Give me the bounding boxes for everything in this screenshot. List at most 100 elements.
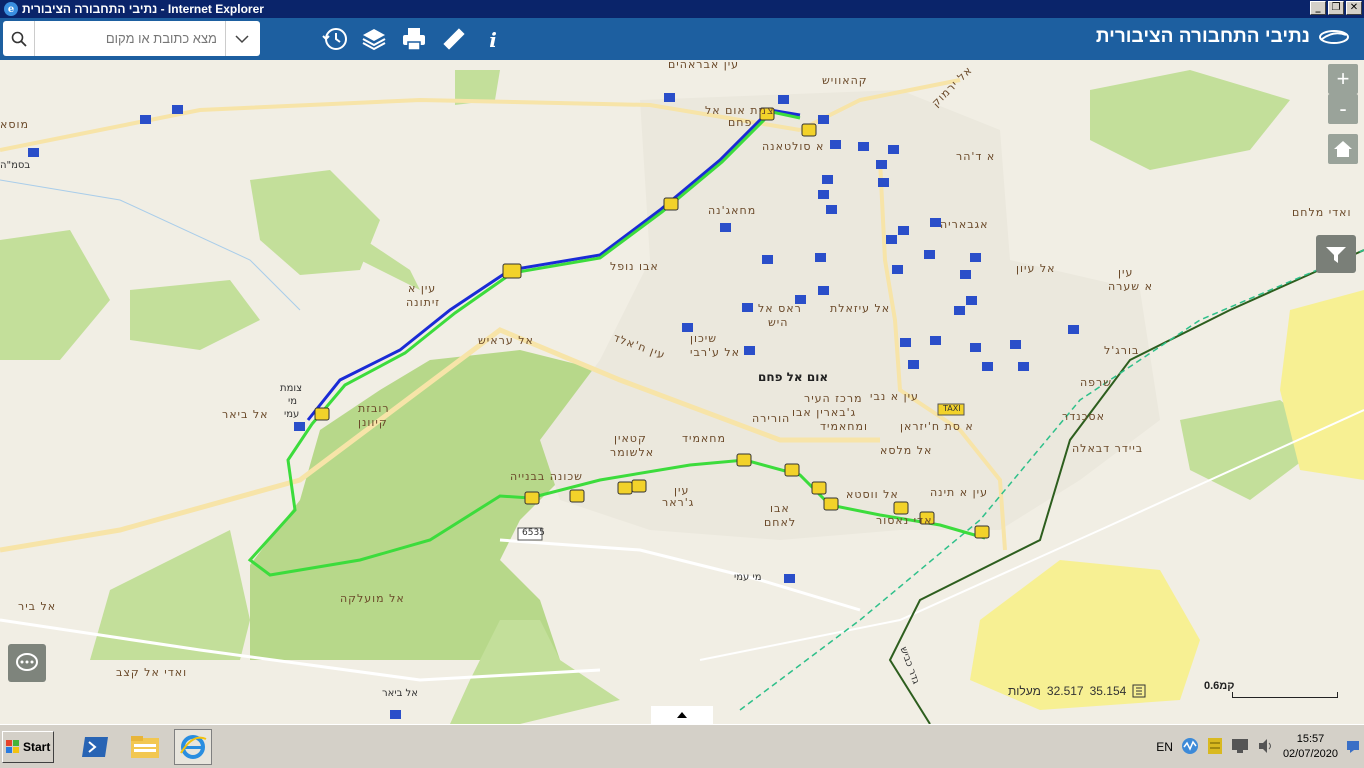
server-icon[interactable] bbox=[1207, 737, 1223, 758]
expand-panel-button[interactable] bbox=[651, 706, 713, 724]
map-label: אבו נופל bbox=[610, 260, 659, 273]
brand: נתיבי התחבורה הציבורית bbox=[1096, 26, 1350, 48]
taskbar: Start EN 15:57 02/07/2020 bbox=[0, 724, 1364, 768]
map-label: א סת ח'יזראן bbox=[900, 420, 974, 433]
map-label: שרפה bbox=[1080, 376, 1113, 389]
zoom-in-button[interactable]: + bbox=[1328, 64, 1358, 94]
map-label: ואדי מלחם bbox=[1292, 206, 1352, 219]
map-label: אל מועלקה bbox=[340, 592, 405, 605]
home-button[interactable] bbox=[1328, 134, 1358, 164]
monitor-icon[interactable] bbox=[1231, 738, 1249, 757]
print-icon[interactable] bbox=[397, 22, 431, 56]
map-label: מי עמי bbox=[734, 572, 762, 583]
map-label: מי bbox=[288, 396, 298, 407]
map-label: אל ע'רבי bbox=[690, 346, 741, 359]
powershell-icon[interactable] bbox=[76, 729, 114, 765]
map-label: עין א bbox=[408, 282, 437, 295]
window-title: נתיבי התחבורה הציבורית - Internet Explor… bbox=[22, 2, 264, 16]
clock[interactable]: 15:57 02/07/2020 bbox=[1283, 732, 1338, 762]
chat-button[interactable] bbox=[8, 644, 46, 682]
map-label: א שערה bbox=[1108, 280, 1153, 293]
scale-label: 0.6קמ bbox=[1204, 680, 1235, 692]
map-label: אל מלסא bbox=[880, 444, 933, 457]
search-icon[interactable] bbox=[3, 21, 35, 56]
coord-lon: 35.154 bbox=[1089, 684, 1127, 698]
search-input[interactable] bbox=[35, 23, 225, 54]
filter-button[interactable] bbox=[1316, 235, 1356, 273]
chevron-down-icon[interactable] bbox=[225, 21, 257, 56]
map-label: אגבאריה bbox=[940, 218, 989, 231]
window-title-bar: e נתיבי התחבורה הציבורית - Internet Expl… bbox=[0, 0, 1364, 18]
search-box bbox=[3, 21, 260, 56]
close-button[interactable]: ✕ bbox=[1346, 1, 1362, 15]
map-label: ומחאמיד bbox=[820, 420, 868, 433]
internet-explorer-taskbar-icon[interactable] bbox=[174, 729, 212, 765]
map-label: קטאין bbox=[614, 432, 647, 445]
map-label: שיכון bbox=[690, 332, 718, 345]
map-label: ראס אל bbox=[758, 302, 802, 315]
app-header: i נתיבי התחבורה הציבורית bbox=[0, 18, 1364, 60]
layers-icon[interactable] bbox=[357, 22, 391, 56]
scale-bar bbox=[1232, 692, 1338, 698]
brand-logo-icon bbox=[1319, 30, 1349, 44]
map-label: אל ביאר bbox=[382, 688, 418, 699]
history-icon[interactable] bbox=[318, 22, 352, 56]
chevron-up-icon bbox=[677, 712, 687, 718]
map-label: ואדי אל קצב bbox=[116, 666, 188, 679]
volume-icon[interactable] bbox=[1257, 738, 1275, 757]
map-label: אל ביאר bbox=[222, 408, 269, 421]
start-label: Start bbox=[23, 740, 51, 754]
coords-icon bbox=[1132, 684, 1146, 698]
map-base bbox=[0, 60, 1364, 724]
map-label: אל ביר bbox=[18, 600, 57, 613]
map-label: קיוונן bbox=[358, 416, 388, 429]
coord-lat: 32.517 bbox=[1046, 684, 1084, 698]
map-label: היש bbox=[768, 316, 789, 329]
minimize-button[interactable]: _ bbox=[1310, 1, 1326, 15]
filter-icon bbox=[1326, 247, 1346, 263]
map-label: הורירה bbox=[752, 412, 791, 425]
network-icon[interactable] bbox=[1181, 737, 1199, 758]
start-button[interactable]: Start bbox=[2, 731, 54, 763]
svg-text:i: i bbox=[489, 28, 497, 52]
map-label: אלשומר bbox=[610, 446, 655, 459]
language-indicator[interactable]: EN bbox=[1156, 740, 1173, 754]
file-explorer-icon[interactable] bbox=[126, 729, 164, 765]
map-label: מחאג'נה bbox=[708, 204, 757, 217]
map-label: אבו bbox=[770, 502, 790, 515]
map-label: ביידר דבאלה bbox=[1072, 442, 1144, 455]
brand-title: נתיבי התחבורה הציבורית bbox=[1095, 26, 1310, 47]
map-label: שכונה בבנייה bbox=[510, 470, 583, 483]
notification-icon[interactable] bbox=[1346, 739, 1360, 756]
map-label: מרכז העיר bbox=[804, 392, 863, 405]
map-label: ג'בארין אבו bbox=[792, 406, 857, 419]
windows-logo-icon bbox=[6, 740, 19, 753]
zoom-out-button[interactable]: - bbox=[1328, 94, 1358, 124]
map-label: אל עיזאלת bbox=[830, 302, 891, 315]
map-label: עין bbox=[1118, 266, 1134, 279]
map-label: רובזת bbox=[358, 402, 390, 415]
map-canvas[interactable]: עין אבראהים קהאוויש צמת אום אל פחם א סול… bbox=[0, 60, 1364, 724]
taxi-sign: TAXI bbox=[943, 404, 961, 413]
info-icon[interactable]: i bbox=[476, 22, 510, 56]
map-label: ג'ראר bbox=[662, 496, 695, 509]
coordinates-display: מעלות 32.517 35.154 bbox=[1008, 684, 1146, 698]
map-label: עין bbox=[674, 484, 690, 497]
map-label: בסמ"ה bbox=[0, 160, 31, 171]
map-label: אל עיון bbox=[1016, 262, 1056, 275]
map-label: קהאוויש bbox=[822, 74, 868, 87]
map-label: בורג'ל bbox=[1104, 344, 1140, 357]
ruler-icon[interactable] bbox=[437, 22, 471, 56]
map-label: לאחם bbox=[764, 516, 797, 529]
coord-unit: מעלות bbox=[1008, 684, 1041, 698]
ie-icon: e bbox=[4, 2, 18, 16]
road-number: 6535 bbox=[522, 528, 545, 538]
map-label: זיתונה bbox=[406, 296, 441, 309]
chat-icon bbox=[16, 653, 38, 671]
map-label: א ד'הר bbox=[956, 150, 996, 163]
restore-button[interactable]: ❐ bbox=[1328, 1, 1344, 15]
map-label: מחאמיד bbox=[682, 432, 726, 445]
map-label: א סולטאנה bbox=[762, 140, 825, 153]
map-label: עין א תינה bbox=[930, 486, 988, 499]
map-label: אל עראיש bbox=[478, 334, 534, 347]
